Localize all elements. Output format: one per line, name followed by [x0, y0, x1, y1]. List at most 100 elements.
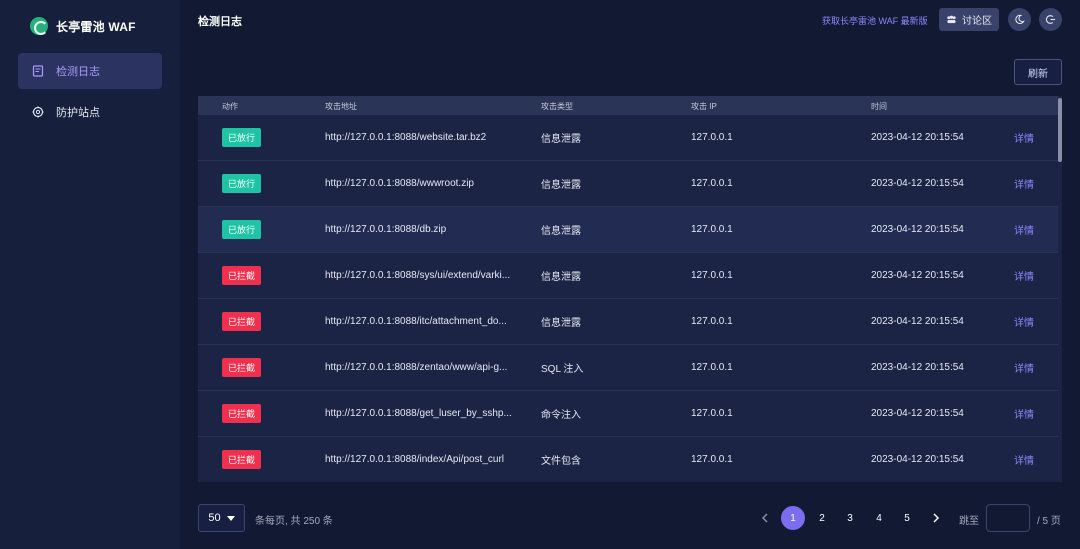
column-header-type: 攻击类型 — [541, 102, 573, 111]
attack-time: 2023-04-12 20:15:54 — [871, 316, 964, 327]
sidebar-item-label: 检测日志 — [56, 66, 100, 78]
page-button-2[interactable]: 2 — [810, 506, 834, 530]
column-header-ip: 攻击 IP — [691, 102, 717, 111]
attack-ip: 127.0.0.1 — [691, 270, 733, 281]
attack-url: http://127.0.0.1:8088/db.zip — [325, 224, 447, 235]
attack-type: 信息泄露 — [541, 226, 581, 237]
attack-time: 2023-04-12 20:15:54 — [871, 454, 964, 465]
detail-link[interactable]: 详情 — [1014, 406, 1034, 421]
action-status-badge: 已拦截 — [222, 450, 262, 469]
detail-link[interactable]: 详情 — [1014, 222, 1034, 237]
column-header-action: 动作 — [222, 102, 238, 111]
table-row[interactable]: 已拦截 http://127.0.0.1:8088/index/Api/post_… — [198, 437, 1062, 482]
attack-time: 2023-04-12 20:15:54 — [871, 224, 964, 235]
attack-time: 2023-04-12 20:15:54 — [871, 270, 964, 281]
brand-logo-icon — [30, 17, 48, 35]
page-size-select[interactable]: 50 — [198, 504, 245, 532]
detail-link[interactable]: 详情 — [1014, 268, 1034, 283]
attack-time: 2023-04-12 20:15:54 — [871, 132, 964, 143]
action-cell: 已拦截 — [222, 437, 262, 482]
column-header-url: 攻击地址 — [325, 102, 357, 111]
table-row[interactable]: 已放行 http://127.0.0.1:8088/db.zip 信息泄露 127.0… — [198, 207, 1062, 253]
theme-toggle-button[interactable] — [1008, 8, 1031, 31]
detail-link[interactable]: 详情 — [1014, 130, 1034, 145]
table-header: 动作 攻击地址 攻击类型 攻击 IP 时间 — [198, 96, 1062, 115]
attack-time: 2023-04-12 20:15:54 — [871, 178, 964, 189]
attack-time: 2023-04-12 20:15:54 — [871, 408, 964, 419]
page-button-4[interactable]: 4 — [867, 506, 891, 530]
column-header-time: 时间 — [871, 102, 887, 111]
log-icon — [32, 65, 44, 77]
detail-link[interactable]: 详情 — [1014, 176, 1034, 191]
table-row[interactable]: 已拦截 http://127.0.0.1:8088/sys/ui/extend/v… — [198, 253, 1062, 299]
logout-icon — [1045, 14, 1056, 25]
attack-type: 信息泄露 — [541, 318, 581, 329]
prev-page-button[interactable] — [758, 510, 772, 526]
action-status-badge: 已拦截 — [222, 312, 262, 331]
log-table: 动作 攻击地址 攻击类型 攻击 IP 时间 已放行 http://127.0.0.… — [198, 96, 1062, 482]
attack-type: SQL 注入 — [541, 364, 584, 375]
table-row[interactable]: 已放行 http://127.0.0.1:8088/website.tar.bz2… — [198, 115, 1062, 161]
table-row[interactable]: 已放行 http://127.0.0.1:8088/wwwroot.zip 信息泄露… — [198, 161, 1062, 207]
attack-ip: 127.0.0.1 — [691, 454, 733, 465]
action-status-badge: 已拦截 — [222, 404, 262, 423]
get-latest-link[interactable]: 获取长亭雷池 WAF 最新版 — [822, 14, 928, 27]
attack-ip: 127.0.0.1 — [691, 408, 733, 419]
page-title: 检测日志 — [198, 16, 242, 28]
attack-type: 信息泄露 — [541, 180, 581, 191]
logout-button[interactable] — [1039, 8, 1062, 31]
action-cell: 已拦截 — [222, 299, 262, 344]
jump-label: 跳至 — [959, 516, 979, 527]
sidebar-item-protected-sites[interactable]: 防护站点 — [18, 94, 162, 130]
action-cell: 已放行 — [222, 207, 262, 252]
action-cell: 已拦截 — [222, 391, 262, 436]
attack-time: 2023-04-12 20:15:54 — [871, 362, 964, 373]
next-page-button[interactable] — [929, 510, 943, 526]
brand[interactable]: 长亭雷池 WAF — [30, 16, 136, 36]
sidebar: 长亭雷池 WAF 检测日志 防护站点 — [0, 0, 180, 549]
attack-ip: 127.0.0.1 — [691, 316, 733, 327]
detail-link[interactable]: 详情 — [1014, 360, 1034, 375]
attack-url: http://127.0.0.1:8088/wwwroot.zip — [325, 178, 474, 189]
attack-url: http://127.0.0.1:8088/itc/attachment_do.… — [325, 316, 507, 327]
sidebar-item-detection-log[interactable]: 检测日志 — [18, 53, 162, 89]
table-row[interactable]: 已拦截 http://127.0.0.1:8088/itc/attachment_… — [198, 299, 1062, 345]
attack-type: 信息泄露 — [541, 134, 581, 145]
attack-ip: 127.0.0.1 — [691, 362, 733, 373]
attack-type: 信息泄露 — [541, 272, 581, 283]
page-size-value: 50 — [208, 512, 221, 524]
attack-url: http://127.0.0.1:8088/zentao/www/api-g..… — [325, 362, 508, 373]
attack-url: http://127.0.0.1:8088/get_luser_by_sshp.… — [325, 408, 512, 419]
pages-total-text: / 5 页 — [1037, 516, 1061, 527]
action-status-badge: 已拦截 — [222, 266, 262, 285]
table-row[interactable]: 已拦截 http://127.0.0.1:8088/get_luser_by_ss… — [198, 391, 1062, 437]
attack-ip: 127.0.0.1 — [691, 178, 733, 189]
brand-name: 长亭雷池 WAF — [56, 19, 136, 34]
page-button-3[interactable]: 3 — [838, 506, 862, 530]
page-button-1[interactable]: 1 — [781, 506, 805, 530]
attack-type: 文件包含 — [541, 456, 581, 467]
action-cell: 已放行 — [222, 115, 262, 160]
action-cell: 已拦截 — [222, 345, 262, 390]
chevron-right-icon — [932, 513, 940, 523]
table-scrollbar-thumb[interactable] — [1058, 98, 1062, 162]
attack-ip: 127.0.0.1 — [691, 224, 733, 235]
action-cell: 已放行 — [222, 161, 262, 206]
page-button-5[interactable]: 5 — [895, 506, 919, 530]
discussion-label: 讨论区 — [962, 16, 992, 27]
refresh-button[interactable]: 刷新 — [1014, 59, 1062, 85]
detail-link[interactable]: 详情 — [1014, 452, 1034, 467]
attack-url: http://127.0.0.1:8088/website.tar.bz2 — [325, 132, 487, 143]
community-icon — [946, 15, 957, 24]
site-shield-icon — [32, 106, 44, 118]
action-status-badge: 已拦截 — [222, 358, 262, 377]
jump-page-input[interactable] — [986, 504, 1030, 532]
total-count-text: 条每页, 共 250 条 — [255, 516, 333, 527]
attack-type: 命令注入 — [541, 410, 581, 421]
detail-link[interactable]: 详情 — [1014, 314, 1034, 329]
attack-ip: 127.0.0.1 — [691, 132, 733, 143]
table-row[interactable]: 已拦截 http://127.0.0.1:8088/zentao/www/api-… — [198, 345, 1062, 391]
action-status-badge: 已放行 — [222, 174, 262, 193]
discussion-button[interactable]: 讨论区 — [939, 8, 999, 31]
attack-url: http://127.0.0.1:8088/index/Api/post_cur… — [325, 454, 505, 465]
